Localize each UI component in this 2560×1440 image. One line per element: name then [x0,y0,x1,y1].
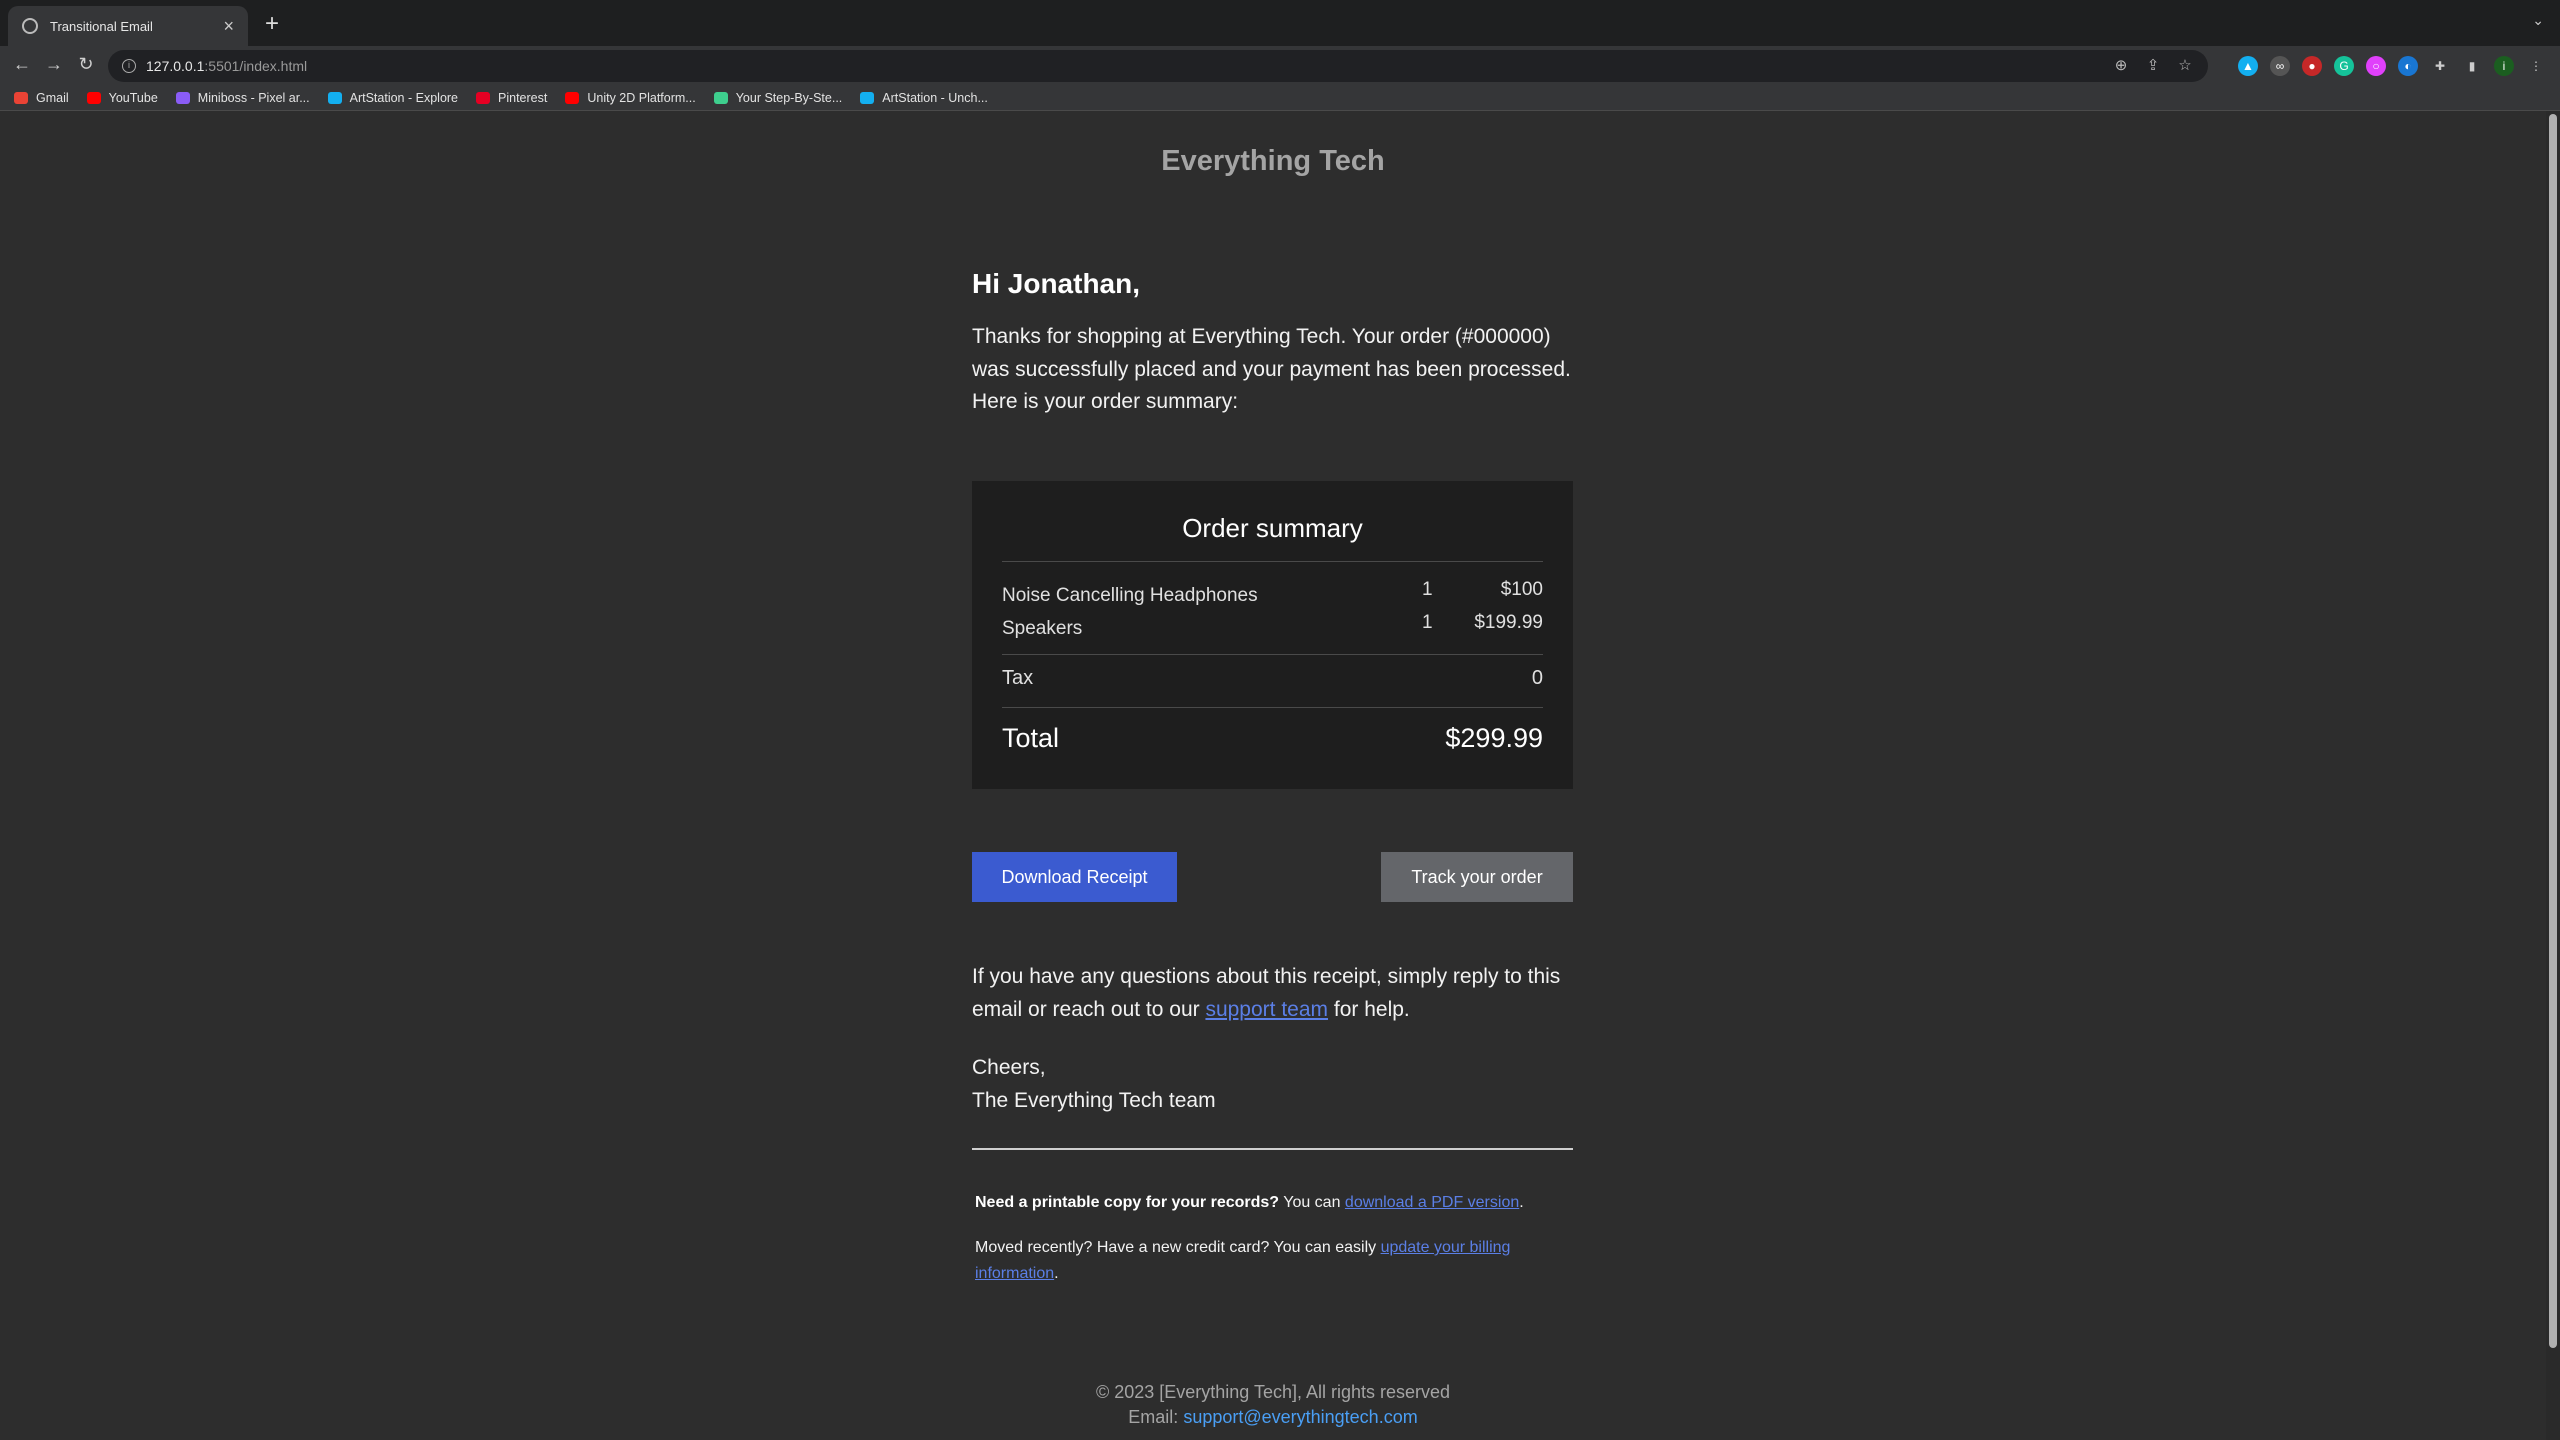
bookmark-item[interactable]: Your Step-By-Ste... [713,91,843,105]
bookmarks-bar: Gmail YouTube Miniboss - Pixel ar... ArtSta… [0,86,2560,110]
summary-divider [1002,654,1543,655]
help-paragraph: If you have any questions about this rec… [972,961,1573,1026]
support-team-link[interactable]: support team [1205,998,1328,1021]
intro-text: Thanks for shopping at Everything Tech. … [972,325,1571,413]
signoff: Cheers, The Everything Tech team [972,1052,1216,1117]
tab-strip: Transitional Email × + ⌄ [0,0,2560,46]
printable-bold: Need a printable copy for your records? [975,1194,1280,1211]
bookmark-item[interactable]: Pinterest [476,91,547,105]
item-qty: 1 [1422,612,1433,633]
moved-end: . [1054,1265,1059,1282]
bookmark-favicon-icon [86,92,101,104]
tax-value: 0 [1531,667,1543,689]
bookmark-item[interactable]: ArtStation - Unch... [860,91,988,105]
footer-copyright: © 2023 [Everything Tech], All rights res… [1095,1382,1451,1402]
track-order-button[interactable]: Track your order [1381,852,1573,902]
glasses-extension-icon[interactable]: ∞ [2270,56,2290,76]
tax-row: Tax 0 [1002,667,1543,690]
order-summary-title: Order summary [1182,513,1363,543]
brand-header: Everything Tech [1161,145,1385,177]
url-path: :5501/index.html [204,58,308,74]
scrollbar-thumb[interactable] [2549,114,2557,1348]
bookmark-item[interactable]: ArtStation - Explore [327,91,459,105]
extensions-puzzle-icon[interactable]: ✚ [2430,56,2450,76]
color-extension-icon[interactable]: ○ [2366,56,2386,76]
close-tab-icon[interactable]: × [223,16,234,37]
bookmark-star-icon[interactable]: ☆ [2176,56,2194,74]
bookmark-item[interactable]: Unity 2D Platform... [565,91,696,105]
reload-icon[interactable]: ↻ [74,54,98,75]
bookmark-favicon-icon [860,92,875,104]
bookmark-label: Pinterest [498,91,548,105]
red-extension-icon[interactable]: ● [2302,56,2322,76]
back-icon[interactable]: ← [10,54,34,75]
menu-kebab-icon[interactable]: ⋮ [2526,56,2546,76]
summary-divider [1002,707,1543,708]
address-bar[interactable]: i 127.0.0.1 :5501/index.html ⊕ ⇪ ☆ [108,50,2208,82]
footer-email-link[interactable]: support@everythingtech.com [1183,1407,1417,1427]
bookmark-favicon-icon [476,92,491,104]
footer-email: Email: support@everythingtech.com [0,1405,2546,1430]
globe-icon [22,18,38,34]
total-row: Total $299.99 [1002,723,1543,754]
bookmark-label: ArtStation - Explore [349,91,459,105]
total-value: $299.99 [1445,723,1543,753]
item-price: $199.99 [1474,612,1543,633]
download-pdf-link[interactable]: download a PDF version [1345,1194,1519,1211]
printable-end: . [1519,1194,1524,1211]
billing-note: Moved recently? Have a new credit card? … [975,1235,1535,1287]
page-viewport: Everything Tech Hi Jonathan, Thanks for … [0,111,2546,1440]
forward-icon[interactable]: → [42,54,66,75]
site-info-icon[interactable]: i [122,59,136,73]
printable-text: You can [1279,1194,1345,1211]
moved-text: Moved recently? Have a new credit card? … [975,1239,1381,1256]
item-price: $100 [1500,579,1543,600]
artstation-extension-icon[interactable]: ▲ [2238,56,2258,76]
bookmark-item[interactable]: YouTube [86,91,158,105]
bookmark-favicon-icon [327,92,342,104]
printable-note: Need a printable copy for your records? … [975,1190,1565,1216]
summary-divider [1002,561,1543,562]
zoom-icon[interactable]: ⊕ [2112,56,2130,74]
new-tab-button[interactable]: + [258,10,286,38]
footer-email-label: Email: [1128,1407,1184,1427]
bookmark-favicon-icon [565,92,580,104]
item-name: Noise Cancelling Headphones [1002,585,1258,606]
profile-avatar[interactable]: i [2494,56,2514,76]
bookmark-label: Gmail [36,91,69,105]
section-divider [972,1148,1573,1150]
browser-toolbar: ← → ↻ i 127.0.0.1 :5501/index.html ⊕ ⇪ ☆… [0,46,2560,86]
download-receipt-button[interactable]: Download Receipt [972,852,1177,902]
item-qty: 1 [1422,579,1433,600]
total-label: Total [1002,723,1060,753]
bookmark-favicon-icon [175,92,190,104]
tab-search-icon[interactable]: ⌄ [2532,12,2544,29]
bookmark-favicon-icon [14,92,28,104]
url-host: 127.0.0.1 [146,58,205,74]
bookmark-item[interactable]: Gmail [14,91,69,105]
item-name: Speakers [1002,618,1083,639]
order-summary-card: Order summary Noise Cancelling Headphone… [972,481,1573,789]
bookmark-label: Unity 2D Platform... [587,91,696,105]
bookmark-label: YouTube [108,91,158,105]
bookmark-label: ArtStation - Unch... [882,91,988,105]
share-icon[interactable]: ⇪ [2144,56,2162,74]
greeting: Hi Jonathan, [972,268,1141,299]
tab-title: Transitional Email [50,18,153,34]
tax-label: Tax [1002,667,1034,689]
signoff-cheers: Cheers, [972,1056,1046,1079]
blue-extension-icon[interactable]: ◐ [2398,56,2418,76]
browser-tab[interactable]: Transitional Email × [8,6,248,46]
bookmark-item[interactable]: Miniboss - Pixel ar... [175,91,310,105]
side-panel-icon[interactable]: ▮ [2462,56,2482,76]
signoff-team: The Everything Tech team [972,1088,1216,1112]
bookmark-label: Miniboss - Pixel ar... [197,91,310,105]
bookmark-favicon-icon [713,92,728,104]
help-text-end: for help. [1328,997,1410,1021]
bookmark-label: Your Step-By-Ste... [735,91,843,105]
grammarly-icon[interactable]: G [2334,56,2354,76]
